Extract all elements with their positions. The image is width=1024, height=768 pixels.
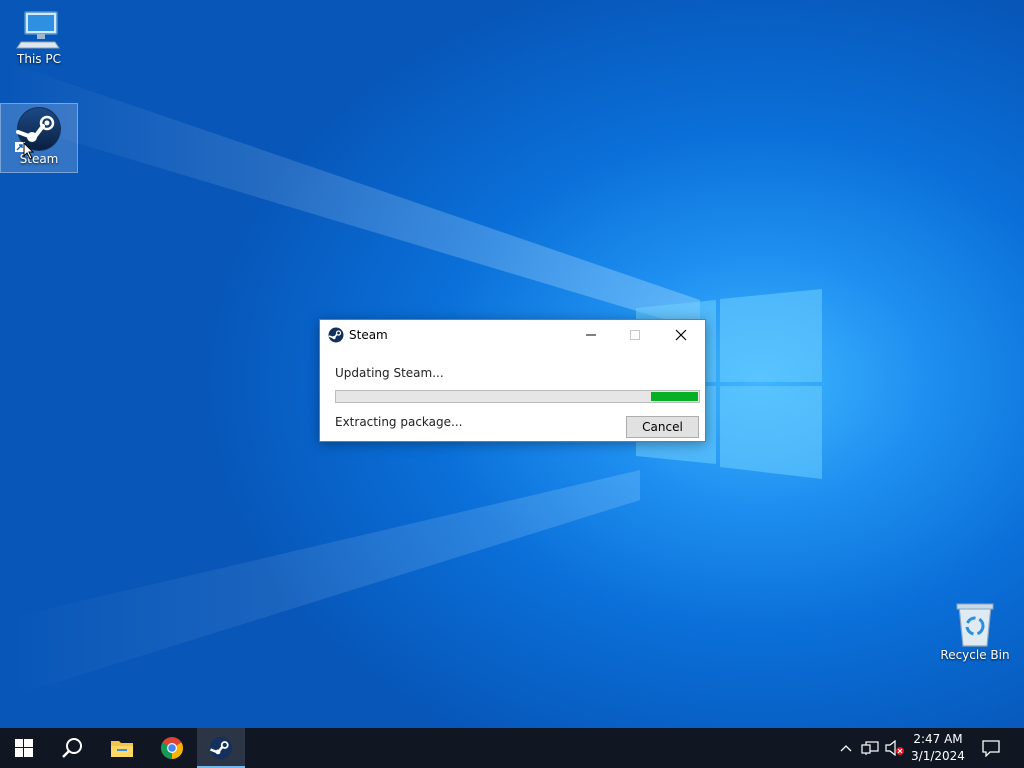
desktop-icon-label: Recycle Bin <box>940 648 1010 662</box>
windows-start-icon <box>15 739 33 757</box>
desktop-icon-recycle-bin[interactable]: Recycle Bin <box>937 602 1013 662</box>
desktop-icon-label: This PC <box>17 52 61 66</box>
cancel-button[interactable]: Cancel <box>626 416 699 438</box>
show-hidden-icons-button[interactable] <box>838 738 854 758</box>
chevron-up-icon <box>840 745 852 752</box>
close-button[interactable] <box>658 320 704 350</box>
clock-time: 2:47 AM <box>913 732 963 746</box>
maximize-icon <box>630 330 640 340</box>
recycle-bin-icon <box>956 603 994 647</box>
network-icon <box>861 741 879 755</box>
extract-status-text: Extracting package... <box>335 415 463 429</box>
minimize-icon <box>586 334 596 336</box>
maximize-button <box>612 320 658 350</box>
network-button[interactable] <box>860 738 880 758</box>
taskbar-chrome[interactable] <box>148 728 196 768</box>
mouse-cursor-icon <box>23 142 35 160</box>
dialog-title: Steam <box>349 328 388 342</box>
file-explorer-icon <box>111 741 133 757</box>
desktop-icon-this-pc[interactable]: This PC <box>1 8 77 74</box>
steam-update-dialog: Steam Updating Steam... Extracting packa… <box>319 319 706 442</box>
action-center-button[interactable] <box>980 738 1002 758</box>
progress-fill <box>651 392 698 401</box>
close-icon <box>675 329 687 341</box>
notifications-icon <box>982 740 1000 757</box>
clock-date: 3/1/2024 <box>911 749 965 763</box>
taskbar-clock[interactable]: 2:47 AM 3/1/2024 <box>910 731 966 765</box>
search-icon <box>62 738 82 758</box>
desktop-icon-steam[interactable]: Steam <box>0 103 78 173</box>
taskbar: 2:47 AM 3/1/2024 <box>0 728 1024 768</box>
steam-icon <box>209 736 233 760</box>
computer-icon <box>16 11 60 49</box>
steam-icon <box>328 327 344 343</box>
minimize-button[interactable] <box>568 320 614 350</box>
taskbar-steam[interactable] <box>197 728 245 768</box>
update-status-text: Updating Steam... <box>335 366 444 380</box>
volume-button[interactable] <box>884 738 906 758</box>
dialog-titlebar[interactable]: Steam <box>320 320 705 350</box>
search-button[interactable] <box>48 728 96 768</box>
start-button[interactable] <box>0 728 48 768</box>
update-progress-bar <box>335 390 700 403</box>
chrome-icon <box>161 737 183 759</box>
volume-muted-icon <box>885 740 904 756</box>
taskbar-file-explorer[interactable] <box>98 728 146 768</box>
